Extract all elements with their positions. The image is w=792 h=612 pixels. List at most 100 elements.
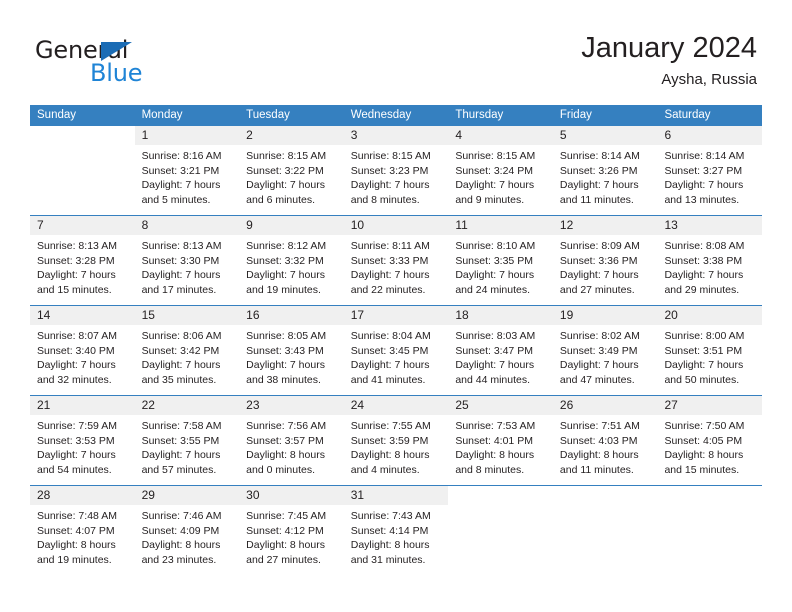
day-details: Sunrise: 8:13 AM Sunset: 3:28 PM Daylight:…: [30, 235, 135, 303]
day-details: Sunrise: 8:15 AM Sunset: 3:22 PM Daylight:…: [239, 145, 344, 213]
day-cell[interactable]: 29 Sunrise: 7:46 AM Sunset: 4:09 PM Dayligh…: [134, 486, 240, 575]
day-number: 9: [239, 216, 344, 235]
day-number: 15: [134, 306, 240, 325]
day-number: 14: [30, 306, 135, 325]
sunset-text: Sunset: 3:45 PM: [350, 344, 429, 357]
day-cell[interactable]: 24 Sunrise: 7:55 AM Sunset: 3:59 PM Dayligh…: [343, 396, 449, 485]
day-cell[interactable]: 15 Sunrise: 8:06 AM Sunset: 3:42 PM Dayligh…: [134, 306, 240, 395]
sunrise-text: Sunrise: 8:14 AM: [559, 150, 640, 162]
day-number: 21: [30, 396, 135, 415]
sunrise-text: Sunrise: 7:59 AM: [37, 420, 117, 432]
day-cell[interactable]: 3 Sunrise: 8:15 AM Sunset: 3:23 PM Daylight…: [343, 126, 449, 215]
day-details: Sunrise: 7:56 AM Sunset: 3:57 PM Daylight:…: [239, 415, 344, 483]
sunset-text: Sunset: 3:32 PM: [246, 254, 324, 267]
day-details: Sunrise: 8:02 AM Sunset: 3:49 PM Daylight:…: [553, 325, 658, 393]
daylight-text-line2: and 5 minutes.: [141, 193, 211, 206]
day-cell[interactable]: 16 Sunrise: 8:05 AM Sunset: 3:43 PM Dayligh…: [239, 306, 344, 395]
sunset-text: Sunset: 4:01 PM: [455, 434, 533, 447]
day-number: [30, 126, 135, 145]
day-number: [448, 486, 553, 505]
day-details: Sunrise: 8:00 AM Sunset: 3:51 PM Daylight:…: [657, 325, 762, 393]
day-cell[interactable]: 26 Sunrise: 7:51 AM Sunset: 4:03 PM Dayligh…: [552, 396, 658, 485]
daylight-text-line2: and 19 minutes.: [37, 553, 112, 566]
day-cell[interactable]: 6 Sunrise: 8:14 AM Sunset: 3:27 PM Daylight…: [657, 126, 763, 215]
day-number: 8: [134, 216, 240, 235]
daylight-text-line2: and 6 minutes.: [246, 193, 316, 206]
day-cell[interactable]: 28 Sunrise: 7:48 AM Sunset: 4:07 PM Dayligh…: [30, 486, 135, 575]
day-cell[interactable]: 25 Sunrise: 7:53 AM Sunset: 4:01 PM Dayligh…: [448, 396, 553, 485]
day-number: 4: [448, 126, 553, 145]
day-cell[interactable]: 2 Sunrise: 8:15 AM Sunset: 3:22 PM Daylight…: [239, 126, 344, 215]
daylight-text-line2: and 50 minutes.: [664, 373, 740, 386]
day-cell[interactable]: 11 Sunrise: 8:10 AM Sunset: 3:35 PM Dayligh…: [448, 216, 553, 305]
calendar-weeks: 1 Sunrise: 8:16 AM Sunset: 3:21 PM Daylight…: [30, 126, 763, 575]
daylight-text-line2: and 13 minutes.: [664, 193, 740, 206]
day-cell[interactable]: 14 Sunrise: 8:07 AM Sunset: 3:40 PM Dayligh…: [30, 306, 135, 395]
day-cell[interactable]: 23 Sunrise: 7:56 AM Sunset: 3:57 PM Dayligh…: [239, 396, 344, 485]
day-cell[interactable]: 12 Sunrise: 8:09 AM Sunset: 3:36 PM Dayligh…: [552, 216, 658, 305]
title-block: January 2024 Aysha, Russia: [581, 30, 757, 91]
sunrise-text: Sunrise: 7:55 AM: [350, 420, 431, 432]
daylight-text-line1: Daylight: 8 hours: [455, 449, 535, 461]
sunrise-text: Sunrise: 8:13 AM: [141, 240, 222, 252]
day-number: 24: [343, 396, 449, 415]
sunrise-text: Sunrise: 7:53 AM: [455, 420, 536, 432]
day-cell[interactable]: 1 Sunrise: 8:16 AM Sunset: 3:21 PM Daylight…: [134, 126, 240, 215]
day-cell[interactable]: 21 Sunrise: 7:59 AM Sunset: 3:53 PM Dayligh…: [30, 396, 135, 485]
daylight-text-line1: Daylight: 7 hours: [455, 179, 535, 191]
day-cell[interactable]: 5 Sunrise: 8:14 AM Sunset: 3:26 PM Daylight…: [552, 126, 658, 215]
daylight-text-line2: and 47 minutes.: [559, 373, 635, 386]
sunrise-text: Sunrise: 8:08 AM: [664, 240, 745, 252]
day-cell[interactable]: 31 Sunrise: 7:43 AM Sunset: 4:14 PM Dayligh…: [343, 486, 449, 575]
day-number: 10: [343, 216, 449, 235]
daylight-text-line2: and 8 minutes.: [455, 463, 525, 476]
daylight-text-line2: and 15 minutes.: [37, 283, 112, 296]
daylight-text-line1: Daylight: 7 hours: [455, 269, 535, 281]
brand-logo: General Blue: [35, 36, 235, 88]
day-number: 25: [448, 396, 553, 415]
day-number: 22: [134, 396, 240, 415]
day-number: 28: [30, 486, 135, 505]
daylight-text-line2: and 54 minutes.: [37, 463, 112, 476]
sunset-text: Sunset: 3:42 PM: [141, 344, 220, 357]
calendar-grid: Sunday Monday Tuesday Wednesday Thursday Frid…: [30, 105, 763, 575]
day-cell[interactable]: 27 Sunrise: 7:50 AM Sunset: 4:05 PM Dayligh…: [657, 396, 763, 485]
day-cell[interactable]: 4 Sunrise: 8:15 AM Sunset: 3:24 PM Daylight…: [448, 126, 553, 215]
sunset-text: Sunset: 3:21 PM: [141, 164, 220, 177]
day-details: Sunrise: 7:58 AM Sunset: 3:55 PM Daylight:…: [135, 415, 240, 483]
daylight-text-line2: and 9 minutes.: [455, 193, 525, 206]
daylight-text-line2: and 19 minutes.: [246, 283, 321, 296]
day-cell[interactable]: 13 Sunrise: 8:08 AM Sunset: 3:38 PM Dayligh…: [657, 216, 763, 305]
day-cell[interactable]: 19 Sunrise: 8:02 AM Sunset: 3:49 PM Dayligh…: [552, 306, 658, 395]
day-cell[interactable]: 9 Sunrise: 8:12 AM Sunset: 3:32 PM Daylight…: [239, 216, 344, 305]
day-cell[interactable]: 17 Sunrise: 8:04 AM Sunset: 3:45 PM Dayligh…: [343, 306, 449, 395]
day-details: Sunrise: 7:53 AM Sunset: 4:01 PM Daylight:…: [448, 415, 553, 483]
day-number: 18: [448, 306, 553, 325]
daylight-text-line1: Daylight: 7 hours: [37, 359, 116, 371]
daylight-text-line1: Daylight: 7 hours: [559, 179, 639, 191]
day-details: Sunrise: 7:48 AM Sunset: 4:07 PM Daylight:…: [30, 505, 135, 573]
day-number: 5: [552, 126, 658, 145]
calendar-week-row: 7 Sunrise: 8:13 AM Sunset: 3:28 PM Daylight…: [30, 215, 763, 305]
daylight-text-line1: Daylight: 8 hours: [350, 449, 430, 461]
day-details: Sunrise: 7:50 AM Sunset: 4:05 PM Daylight:…: [657, 415, 762, 483]
day-cell[interactable]: 8 Sunrise: 8:13 AM Sunset: 3:30 PM Daylight…: [134, 216, 240, 305]
day-cell[interactable]: 18 Sunrise: 8:03 AM Sunset: 3:47 PM Dayligh…: [448, 306, 553, 395]
day-details: Sunrise: 8:13 AM Sunset: 3:30 PM Daylight:…: [135, 235, 240, 303]
calendar-week-row: 28 Sunrise: 7:48 AM Sunset: 4:07 PM Dayligh…: [30, 485, 763, 575]
day-number: 26: [552, 396, 658, 415]
week-days: 21 Sunrise: 7:59 AM Sunset: 3:53 PM Dayligh…: [30, 396, 763, 485]
day-cell[interactable]: 7 Sunrise: 8:13 AM Sunset: 3:28 PM Daylight…: [30, 216, 135, 305]
day-cell[interactable]: 10 Sunrise: 8:11 AM Sunset: 3:33 PM Dayligh…: [343, 216, 449, 305]
daylight-text-line2: and 23 minutes.: [141, 553, 217, 566]
calendar-week-row: 1 Sunrise: 8:16 AM Sunset: 3:21 PM Daylight…: [30, 126, 763, 215]
daylight-text-line2: and 4 minutes.: [350, 463, 420, 476]
day-cell[interactable]: 30 Sunrise: 7:45 AM Sunset: 4:12 PM Dayligh…: [239, 486, 344, 575]
day-cell[interactable]: 20 Sunrise: 8:00 AM Sunset: 3:51 PM Dayligh…: [657, 306, 763, 395]
sunrise-text: Sunrise: 7:51 AM: [559, 420, 640, 432]
day-cell-empty: [552, 486, 658, 575]
day-cell[interactable]: 22 Sunrise: 7:58 AM Sunset: 3:55 PM Dayligh…: [134, 396, 240, 485]
daylight-text-line1: Daylight: 8 hours: [37, 539, 116, 551]
sunrise-text: Sunrise: 8:13 AM: [37, 240, 117, 252]
daylight-text-line1: Daylight: 7 hours: [37, 269, 116, 281]
